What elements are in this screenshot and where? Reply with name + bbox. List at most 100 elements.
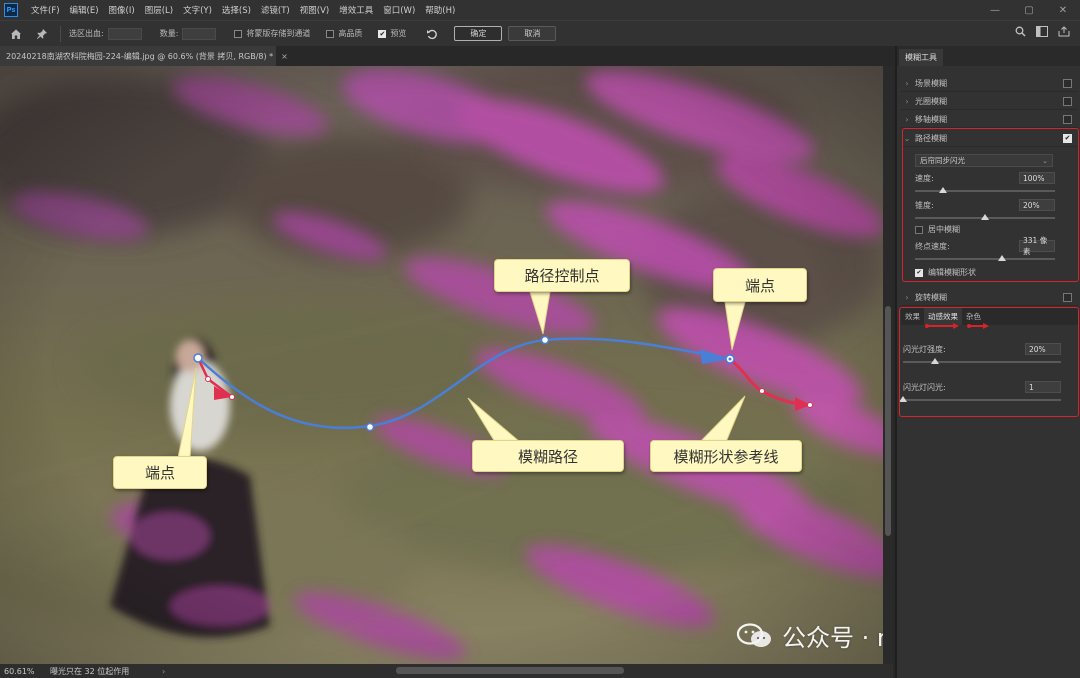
chevron-right-icon: › — [905, 96, 909, 106]
menu-layer[interactable]: 图层(L) — [140, 4, 178, 16]
endpoint-speed-input[interactable]: 331 像素 — [1019, 236, 1055, 256]
speed-control: 速度: 100% — [915, 172, 1055, 195]
horizontal-scrollbar[interactable] — [396, 667, 624, 674]
minimize-icon[interactable]: — — [978, 0, 1012, 20]
tab-blur-tools[interactable]: 模糊工具 — [899, 49, 943, 66]
high-quality-label: 高品质 — [338, 29, 363, 38]
speed-slider[interactable] — [915, 187, 1055, 195]
chevron-right-icon: › — [905, 114, 909, 124]
menu-type[interactable]: 文字(Y) — [178, 4, 217, 16]
strobe-flashes-label: 闪光灯闪光: — [903, 382, 946, 392]
menu-help[interactable]: 帮助(H) — [420, 4, 460, 16]
pin-icon[interactable] — [32, 24, 52, 44]
menu-edit[interactable]: 编辑(E) — [65, 4, 104, 16]
preview-checkbox[interactable]: ✔ — [378, 29, 387, 38]
blur-tools-panel: 模糊工具 › 场景模糊 › 光圈模糊 › 移轴模糊 ⌄ 路径模糊 ✔ 后帘同步闪… — [895, 46, 1080, 678]
section-tilt-shift[interactable]: › 移轴模糊 — [901, 111, 1078, 128]
search-icon[interactable] — [1015, 26, 1026, 40]
scrollbar-thumb[interactable] — [885, 306, 891, 536]
document-tab-bar: 20240218南湖农科院梅园-224-编辑.jpg @ 60.6% (背景 拷… — [0, 46, 893, 66]
strobe-strength-input[interactable]: 20% — [1025, 343, 1061, 355]
share-icon[interactable] — [1058, 26, 1070, 40]
section-label: 场景模糊 — [915, 78, 947, 88]
menu-file[interactable]: 文件(F) — [26, 4, 65, 16]
menu-plugins[interactable]: 增效工具 — [334, 4, 378, 16]
taper-slider[interactable] — [915, 214, 1055, 222]
blur-mode-select[interactable]: 后帘同步闪光 ⌄ — [915, 154, 1053, 167]
status-info: 曝光只在 32 位起作用 — [50, 666, 130, 676]
options-bar: 选区出血: 数量: 将蒙版存储到通道 高品质 ✔ 预览 确定 取消 — [0, 20, 1080, 46]
strobe-strength-control: 闪光灯强度: 20% — [903, 343, 1061, 366]
document-title: 20240218南湖农科院梅园-224-编辑.jpg @ 60.6% (背景 拷… — [6, 51, 274, 61]
status-arrow-icon[interactable]: › — [162, 667, 165, 676]
endpoint-speed-slider[interactable] — [915, 255, 1055, 263]
watermark-text: 公众号 · mediaTEA — [782, 624, 883, 652]
amount-field[interactable] — [182, 27, 217, 40]
field-blur-checkbox[interactable] — [1063, 78, 1072, 88]
chevron-right-icon: › — [905, 292, 909, 302]
endpoint-speed-label: 终点速度: — [915, 241, 950, 251]
section-spin-blur[interactable]: › 旋转模糊 — [901, 289, 1078, 306]
path-blur-checkbox[interactable]: ✔ — [1063, 133, 1072, 143]
selection-bleed-field[interactable] — [107, 27, 142, 40]
tab-close-icon[interactable]: × — [281, 52, 288, 61]
endpoint-speed-control: 终点速度: 331 像素 — [915, 236, 1055, 263]
strobe-strength-slider[interactable] — [903, 358, 1061, 366]
tab-effects[interactable]: 效果 — [901, 308, 924, 325]
zoom-level[interactable]: 60.61% — [0, 667, 42, 676]
menu-filter[interactable]: 滤镜(T) — [256, 4, 295, 16]
menu-window[interactable]: 窗口(W) — [378, 4, 420, 16]
centered-blur-option[interactable]: 居中模糊 — [915, 224, 960, 235]
save-mask-checkbox[interactable] — [234, 29, 243, 38]
callout-endpoint-left: 端点 — [113, 456, 207, 489]
strobe-flashes-control: 闪光灯闪光: 1 — [899, 381, 1061, 404]
spin-blur-checkbox[interactable] — [1063, 292, 1072, 302]
amount-label: 数量: — [159, 29, 179, 38]
tilt-shift-checkbox[interactable] — [1063, 114, 1072, 124]
vertical-scrollbar[interactable] — [883, 66, 893, 664]
blur-mode-value: 后帘同步闪光 — [920, 156, 965, 165]
speed-label: 速度: — [915, 173, 934, 183]
speed-input[interactable]: 100% — [1019, 172, 1055, 184]
section-iris-blur[interactable]: › 光圈模糊 — [901, 93, 1078, 110]
home-icon[interactable] — [6, 24, 26, 44]
strobe-flashes-slider[interactable] — [899, 396, 1061, 404]
status-bar: 60.61% 曝光只在 32 位起作用 › — [0, 664, 893, 678]
ok-button[interactable]: 确定 — [454, 26, 503, 41]
endpoint-speed-slider-knob[interactable] — [997, 255, 1006, 261]
strobe-strength-slider-knob[interactable] — [930, 358, 939, 364]
menu-image[interactable]: 图像(I) — [104, 4, 140, 16]
maximize-icon[interactable]: ▢ — [1012, 0, 1046, 20]
reset-icon[interactable] — [422, 24, 442, 44]
document-tab[interactable]: 20240218南湖农科院梅园-224-编辑.jpg @ 60.6% (背景 拷… — [0, 46, 288, 66]
iris-blur-checkbox[interactable] — [1063, 96, 1072, 106]
menu-select[interactable]: 选择(S) — [217, 4, 256, 16]
high-quality-checkbox[interactable] — [326, 29, 335, 38]
menu-bar: Ps 文件(F) 编辑(E) 图像(I) 图层(L) 文字(Y) 选择(S) 滤… — [0, 0, 1080, 20]
menu-view[interactable]: 视图(V) — [295, 4, 334, 16]
blurred-photo — [0, 66, 883, 664]
edit-blur-shape-checkbox[interactable]: ✔ — [915, 268, 923, 277]
edit-blur-shape-option[interactable]: ✔ 编辑模糊形状 — [915, 267, 976, 278]
callout-path-control-point: 路径控制点 — [494, 259, 630, 292]
divider — [60, 25, 61, 42]
section-path-blur[interactable]: ⌄ 路径模糊 ✔ — [901, 130, 1078, 147]
image-canvas[interactable]: 端点 路径控制点 端点 模糊路径 模糊形状参考线 公众号 · mediaTEA — [0, 66, 883, 664]
wechat-icon — [736, 622, 774, 649]
workspace-icon[interactable] — [1036, 26, 1048, 40]
photoshop-logo-icon[interactable]: Ps — [4, 3, 18, 17]
taper-slider-knob[interactable] — [981, 214, 989, 220]
close-icon[interactable]: ✕ — [1046, 0, 1080, 20]
callout-blur-path: 模糊路径 — [472, 440, 624, 472]
section-field-blur[interactable]: › 场景模糊 — [901, 75, 1078, 92]
speed-slider-knob[interactable] — [939, 187, 947, 193]
strobe-flashes-slider-knob[interactable] — [899, 396, 907, 402]
centered-blur-checkbox[interactable] — [915, 225, 923, 234]
taper-input[interactable]: 20% — [1019, 199, 1055, 211]
strobe-flashes-input[interactable]: 1 — [1025, 381, 1061, 393]
cancel-button[interactable]: 取消 — [508, 26, 557, 41]
chevron-right-icon: › — [905, 78, 909, 88]
taper-control: 锥度: 20% — [915, 199, 1055, 222]
strobe-strength-label: 闪光灯强度: — [903, 344, 946, 354]
annotation-underline — [925, 323, 989, 329]
